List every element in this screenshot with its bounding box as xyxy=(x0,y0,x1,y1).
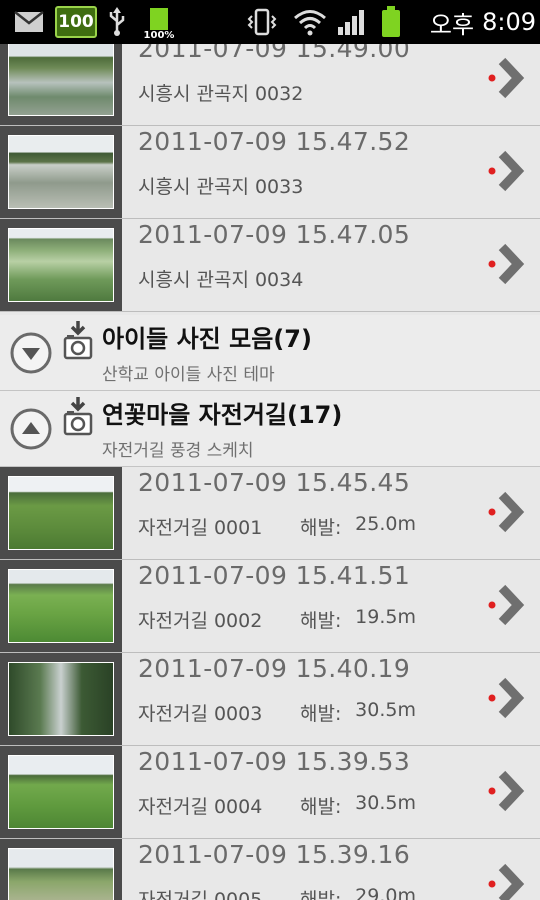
list-item[interactable]: 2011-07-09 15.45.45 자전거길 0001 해발: 25.0m xyxy=(0,467,540,560)
list-item[interactable]: 2011-07-09 15.47.52 시흥시 관곡지 0033 xyxy=(0,126,540,219)
thumbnail-frame xyxy=(0,746,122,838)
chevron-right-icon[interactable] xyxy=(482,487,532,537)
list-item[interactable]: 2011-07-09 15.49.00 시흥시 관곡지 0032 xyxy=(0,44,540,126)
item-title: 2011-07-09 15.49.00 xyxy=(138,44,411,63)
chevron-right-icon[interactable] xyxy=(482,859,532,900)
album-group-header[interactable]: 아이들 사진 모음(7) 산학교 아이들 사진 테마 xyxy=(0,315,540,391)
group-title: 연꽃마을 자전거길(17) xyxy=(102,401,343,429)
item-subtitle: 자전거길 0003 xyxy=(138,703,263,725)
list-item[interactable]: 2011-07-09 15.39.16 자전거길 0005 해발: 29.0m xyxy=(0,839,540,900)
thumbnail-frame xyxy=(0,653,122,745)
chevron-right-icon[interactable] xyxy=(482,580,532,630)
group-subtitle: 산학교 아이들 사진 테마 xyxy=(102,365,275,385)
thumbnail-frame xyxy=(0,219,122,311)
clock: 오후 8:09 xyxy=(420,0,536,44)
photo-thumbnail xyxy=(8,848,114,900)
thumbnail-frame xyxy=(0,560,122,652)
item-subtitle: 시흥시 관곡지 0032 xyxy=(138,83,304,105)
battery-badge: 100 xyxy=(55,6,97,38)
item-subtitle: 자전거길 0004 xyxy=(138,796,263,818)
album-group-header[interactable]: 연꽃마을 자전거길(17) 자전거길 풍경 스케치 xyxy=(0,391,540,467)
item-title: 2011-07-09 15.47.52 xyxy=(138,127,411,156)
list-item[interactable]: 2011-07-09 15.39.53 자전거길 0004 해발: 30.5m xyxy=(0,746,540,839)
battery-percent-icon: 100% xyxy=(140,0,178,44)
altitude-value: 30.5m xyxy=(355,792,416,814)
photo-thumbnail xyxy=(8,755,114,829)
camera-icon xyxy=(63,397,93,436)
camera-icon xyxy=(63,321,93,360)
email-icon xyxy=(12,0,46,44)
list-item[interactable]: 2011-07-09 15.41.51 자전거길 0002 해발: 19.5m xyxy=(0,560,540,653)
list-item[interactable]: 2011-07-09 15.40.19 자전거길 0003 해발: 30.5m xyxy=(0,653,540,746)
collapse-icon[interactable] xyxy=(9,407,53,451)
chevron-right-icon[interactable] xyxy=(482,53,532,103)
photo-list[interactable]: 2011-07-09 15.49.00 시흥시 관곡지 0032 2011-07… xyxy=(0,44,540,900)
status-bar: 100 100% 오후 8:09 xyxy=(0,0,540,44)
battery-icon xyxy=(378,0,404,44)
signal-icon xyxy=(336,0,366,44)
clock-ampm: 오후 xyxy=(429,10,475,39)
vibrate-icon xyxy=(245,0,279,44)
item-title: 2011-07-09 15.39.16 xyxy=(138,840,411,869)
altitude-value: 25.0m xyxy=(355,513,416,535)
altitude-value: 30.5m xyxy=(355,699,416,721)
list-item[interactable]: 2011-07-09 15.47.05 시흥시 관곡지 0034 xyxy=(0,219,540,312)
item-subtitle: 시흥시 관곡지 0033 xyxy=(138,176,304,198)
thumbnail-frame xyxy=(0,126,122,218)
photo-thumbnail xyxy=(8,135,114,209)
item-title: 2011-07-09 15.39.53 xyxy=(138,747,411,776)
photo-thumbnail xyxy=(8,569,114,643)
item-subtitle: 자전거길 0005 xyxy=(138,889,263,900)
group-title: 아이들 사진 모음(7) xyxy=(102,325,312,353)
item-title: 2011-07-09 15.41.51 xyxy=(138,561,411,590)
photo-thumbnail xyxy=(8,228,114,302)
battery-percent-label: 100% xyxy=(143,30,175,41)
item-title: 2011-07-09 15.45.45 xyxy=(138,468,411,497)
item-subtitle: 시흥시 관곡지 0034 xyxy=(138,269,304,291)
item-subtitle: 자전거길 0002 xyxy=(138,610,263,632)
wifi-icon xyxy=(290,0,330,44)
item-title: 2011-07-09 15.47.05 xyxy=(138,220,411,249)
altitude-value: 29.0m xyxy=(355,885,416,900)
photo-thumbnail xyxy=(8,662,114,736)
photo-thumbnail xyxy=(8,44,114,116)
photo-thumbnail xyxy=(8,476,114,550)
usb-icon xyxy=(105,0,129,44)
chevron-right-icon[interactable] xyxy=(482,766,532,816)
chevron-right-icon[interactable] xyxy=(482,673,532,723)
group-subtitle: 자전거길 풍경 스케치 xyxy=(102,441,254,461)
battery-widget-icon: 100 xyxy=(55,0,97,44)
expand-icon[interactable] xyxy=(9,331,53,375)
chevron-right-icon[interactable] xyxy=(482,146,532,196)
chevron-right-icon[interactable] xyxy=(482,239,532,289)
altitude-value: 19.5m xyxy=(355,606,416,628)
item-subtitle: 자전거길 0001 xyxy=(138,517,263,539)
clock-time: 8:09 xyxy=(482,8,536,36)
thumbnail-frame xyxy=(0,44,122,125)
thumbnail-frame xyxy=(0,839,122,900)
thumbnail-frame xyxy=(0,467,122,559)
item-title: 2011-07-09 15.40.19 xyxy=(138,654,411,683)
